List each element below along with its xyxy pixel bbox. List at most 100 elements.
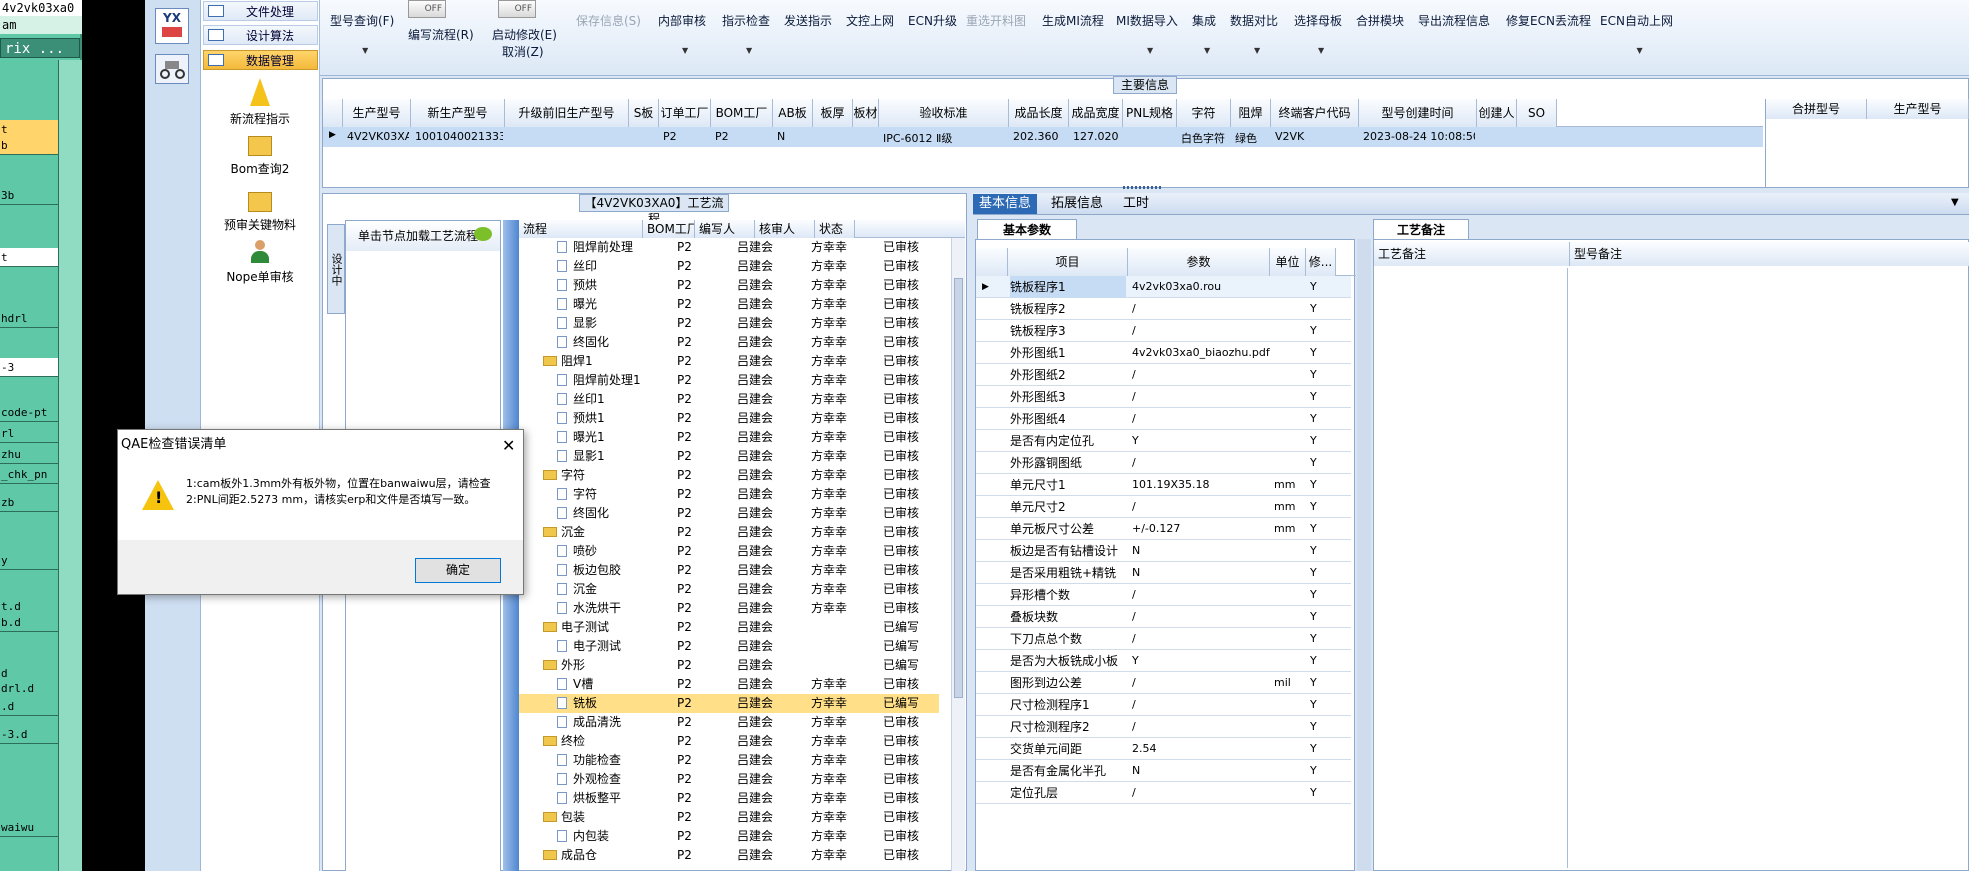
ecn-auto-online-button[interactable]: ECN自动上网 ▼ (1600, 12, 1673, 55)
param-value[interactable]: / (1132, 672, 1270, 694)
param-row[interactable]: 是否有内定位孔 Y Y (976, 430, 1351, 452)
param-row[interactable]: 叠板块数 / Y (976, 606, 1351, 628)
param-row[interactable]: 铣板程序2 / Y (976, 298, 1351, 320)
param-row[interactable]: 定位孔层 / Y (976, 782, 1351, 804)
mi-data-import-button[interactable]: MI数据导入 ▼ (1116, 12, 1178, 55)
param-row[interactable]: 是否为大板铣成小板 Y Y (976, 650, 1351, 672)
param-row[interactable]: ▶ 铣板程序1 4v2vk03xa0.rou Y (976, 276, 1351, 298)
param-value[interactable]: / (1132, 386, 1270, 408)
process-remark-textarea[interactable] (1374, 268, 1568, 868)
flow-step-row[interactable]: 字符 P2 吕建会 方幸幸 已审核 (519, 485, 939, 504)
col-header[interactable]: 编写人 (695, 220, 755, 238)
col-header[interactable]: S板 (629, 99, 659, 127)
col-header[interactable]: BOM工厂 (711, 99, 773, 127)
bicycle-icon[interactable] (155, 54, 189, 84)
param-value[interactable]: / (1132, 628, 1270, 650)
nav-design-algorithm[interactable]: 设计算法 (203, 25, 318, 45)
flow-step-row[interactable]: 丝印 P2 吕建会 方幸幸 已审核 (519, 257, 939, 276)
flow-step-row[interactable]: 外观检查 P2 吕建会 方幸幸 已审核 (519, 770, 939, 789)
tab-basic-info[interactable]: 基本信息 (973, 194, 1038, 214)
col-header[interactable]: 成品宽度 (1069, 99, 1123, 127)
param-row[interactable]: 外形图纸4 / Y (976, 408, 1351, 430)
flow-step-row[interactable]: 曝光1 P2 吕建会 方幸幸 已审核 (519, 428, 939, 447)
flow-step-row[interactable]: 字符 P2 吕建会 方幸幸 已审核 (519, 466, 939, 485)
flow-step-row[interactable]: 铣板 P2 吕建会 方幸幸 已编写 (519, 694, 939, 713)
fix-ecn-lost-flow-button[interactable]: 修复ECN丢流程 (1506, 12, 1591, 29)
vertical-tab[interactable]: 设计中 (327, 224, 345, 314)
param-value[interactable]: 4v2vk03xa0_biaozhu.pdf (1132, 342, 1270, 364)
preview-key-material-tool[interactable]: 预审关键物料 (205, 192, 315, 233)
flow-step-row[interactable]: 功能检查 P2 吕建会 方幸幸 已审核 (519, 751, 939, 770)
param-value[interactable]: N (1132, 562, 1270, 584)
table-cell[interactable]: 127.020 (1073, 130, 1121, 143)
param-row[interactable]: 下刀点总个数 / Y (976, 628, 1351, 650)
param-row[interactable]: 是否有金属化半孔 N Y (976, 760, 1351, 782)
flow-step-row[interactable]: 烘板整平 P2 吕建会 方幸幸 已审核 (519, 789, 939, 808)
flow-step-row[interactable]: 喷砂 P2 吕建会 方幸幸 已审核 (519, 542, 939, 561)
panel-splitter[interactable] (1357, 239, 1371, 871)
flow-step-row[interactable]: 外形 P2 吕建会 已编写 (519, 656, 939, 675)
param-row[interactable]: 尺寸检测程序2 / Y (976, 716, 1351, 738)
col-header[interactable]: AB板 (773, 99, 813, 127)
tab-basic-params[interactable]: 基本参数 (977, 219, 1077, 239)
param-value[interactable]: N (1132, 760, 1270, 782)
save-info-button[interactable]: 保存信息(S) (576, 12, 641, 29)
param-row[interactable]: 单元尺寸1 101.19X35.18 mm Y (976, 474, 1351, 496)
table-cell[interactable]: P2 (663, 130, 709, 143)
col-header[interactable]: 项目 (1008, 248, 1128, 276)
col-header[interactable]: 参数 (1128, 248, 1270, 276)
combine-module-button[interactable]: 合拼模块 (1356, 12, 1404, 29)
flow-step-row[interactable]: 终检 P2 吕建会 方幸幸 已审核 (519, 732, 939, 751)
param-value[interactable]: 4v2vk03xa0.rou (1132, 276, 1270, 298)
export-flow-info-button[interactable]: 导出流程信息 (1418, 12, 1490, 29)
param-value[interactable]: / (1132, 606, 1270, 628)
select-mother-board-button[interactable]: 选择母板 ▼ (1294, 12, 1342, 55)
col-header[interactable]: 型号备注 (1570, 242, 1969, 266)
scroll-thumb[interactable] (954, 278, 963, 698)
col-header[interactable]: 验收标准 (879, 99, 1009, 127)
col-header[interactable]: 阻焊 (1231, 99, 1271, 127)
flow-step-row[interactable]: 终固化 P2 吕建会 方幸幸 已审核 (519, 504, 939, 523)
tab-process-remark[interactable]: 工艺备注 (1373, 219, 1469, 239)
col-header[interactable]: BOM工厂 (643, 220, 695, 238)
col-header[interactable]: PNL规格 (1123, 99, 1177, 127)
flow-step-row[interactable]: 显影 P2 吕建会 方幸幸 已审核 (519, 314, 939, 333)
col-header[interactable]: 生产型号 (343, 99, 411, 127)
col-header[interactable]: 升级前旧生产型号 (505, 99, 629, 127)
col-header[interactable]: 新生产型号 (411, 99, 505, 127)
col-header[interactable]: 合拼型号 (1766, 99, 1867, 119)
param-row[interactable]: 外形图纸2 / Y (976, 364, 1351, 386)
toggle-switch-2[interactable]: OFF (498, 0, 536, 18)
col-header[interactable]: 状态 (815, 220, 855, 238)
flow-step-row[interactable]: 包装 P2 吕建会 方幸幸 已审核 (519, 808, 939, 827)
flow-step-row[interactable]: 电子测试 P2 吕建会 已编写 (519, 618, 939, 637)
flow-step-row[interactable]: 成品仓 P2 吕建会 方幸幸 已审核 (519, 846, 939, 865)
param-value[interactable]: / (1132, 782, 1270, 804)
param-value[interactable]: / (1132, 694, 1270, 716)
flow-step-row[interactable]: 水洗烘干 P2 吕建会 方幸幸 已审核 (519, 599, 939, 618)
data-compare-button[interactable]: 数据对比 ▼ (1230, 12, 1278, 55)
param-value[interactable]: 2.54 (1132, 738, 1270, 760)
col-header[interactable]: 单位 (1270, 248, 1306, 276)
table-cell[interactable]: V2VK (1275, 130, 1357, 143)
table-cell[interactable]: 10010400213338 (415, 130, 503, 143)
cancel-button[interactable]: 取消(Z) (502, 43, 544, 60)
flow-step-row[interactable]: 预烘 P2 吕建会 方幸幸 已审核 (519, 276, 939, 295)
param-value[interactable]: 101.19X35.18 (1132, 474, 1270, 496)
param-row[interactable]: 图形到边公差 / mil Y (976, 672, 1351, 694)
param-row[interactable]: 铣板程序3 / Y (976, 320, 1351, 342)
table-cell[interactable]: IPC-6012 Ⅱ级 (883, 130, 1007, 146)
param-value[interactable]: / (1132, 496, 1270, 518)
instruction-check-button[interactable]: 指示检查 ▼ (722, 12, 770, 55)
chevron-down-icon[interactable]: ▼ (1951, 197, 1959, 208)
col-header[interactable]: 生产型号 (1867, 99, 1969, 119)
param-value[interactable]: / (1132, 320, 1270, 342)
col-header[interactable]: 成品长度 (1009, 99, 1069, 127)
flow-step-row[interactable]: 阻焊前处理1 P2 吕建会 方幸幸 已审核 (519, 371, 939, 390)
flow-step-row[interactable]: V槽 P2 吕建会 方幸幸 已审核 (519, 675, 939, 694)
tab-work-hours[interactable]: 工时 (1117, 194, 1155, 214)
flow-step-row[interactable]: 显影1 P2 吕建会 方幸幸 已审核 (519, 447, 939, 466)
generate-mi-flow-button[interactable]: 生成MI流程 (1042, 12, 1104, 29)
flow-step-row[interactable]: 丝印1 P2 吕建会 方幸幸 已审核 (519, 390, 939, 409)
main-info-row[interactable]: ▶ 4V2VK03XA0 10010400213338 P2 P2 N IPC-6012 Ⅱ… (323, 127, 1763, 147)
